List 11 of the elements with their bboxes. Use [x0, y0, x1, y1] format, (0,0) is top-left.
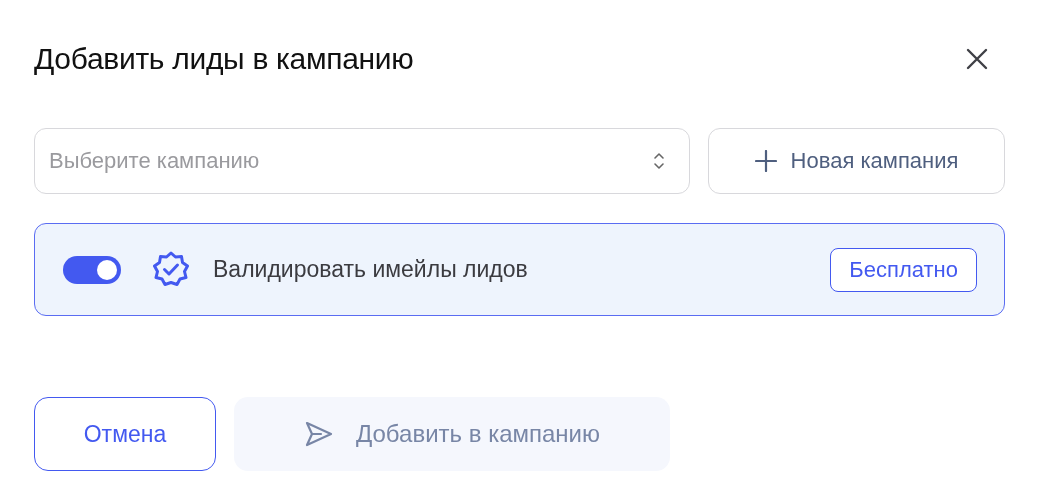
validation-label: Валидировать имейлы лидов [213, 256, 529, 283]
toggle-switch[interactable] [63, 255, 121, 284]
free-badge: Бесплатно [830, 247, 977, 292]
dialog-title: Добавить лиды в кампанию [34, 42, 414, 76]
close-icon[interactable] [965, 47, 989, 71]
campaign-select[interactable]: Выберите кампанию [34, 128, 690, 194]
send-icon [304, 421, 334, 447]
plus-icon [754, 150, 777, 172]
chevron-updown-icon [653, 151, 665, 171]
cancel-button[interactable]: Отмена [34, 397, 216, 471]
new-campaign-button[interactable]: Новая кампания [708, 128, 1005, 194]
